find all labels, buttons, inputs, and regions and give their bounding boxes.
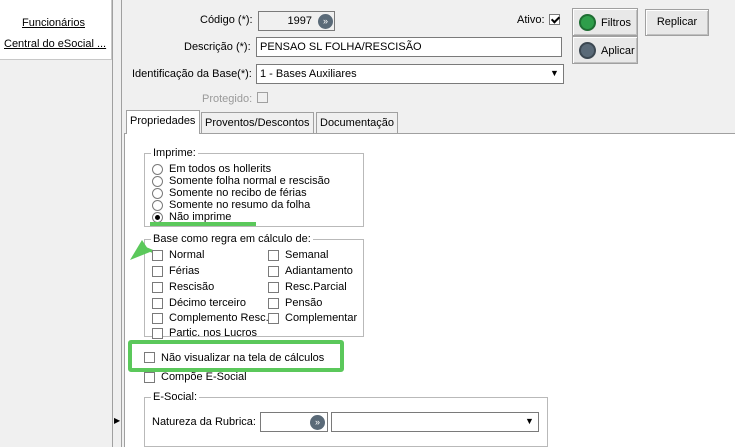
tab-propriedades-label: Propriedades bbox=[130, 115, 196, 127]
identificacao-select[interactable]: 1 - Bases Auxiliares ▼ bbox=[256, 64, 564, 84]
replicar-button-label: Replicar bbox=[656, 16, 698, 28]
radio-somente-folha[interactable] bbox=[152, 176, 163, 187]
chk-complementar-label: Complementar bbox=[285, 312, 358, 324]
nav-link-funcionarios[interactable]: Funcionários bbox=[22, 17, 85, 29]
chk-rescisao-label: Rescisão bbox=[169, 281, 215, 293]
radio-somente-resumo-label: Somente no resumo da folha bbox=[169, 199, 311, 211]
chk-compoe-esocial-label: Compõe E-Social bbox=[161, 371, 247, 383]
natureza-desc-select[interactable]: ▼ bbox=[331, 412, 539, 432]
tab-proventos-descontos[interactable]: Proventos/Descontos bbox=[201, 112, 314, 133]
apply-icon bbox=[579, 42, 596, 59]
nav-link-central-esocial[interactable]: Central do eSocial ... bbox=[4, 38, 106, 50]
ativo-label: Ativo: bbox=[517, 14, 545, 26]
codigo-value: 1997 bbox=[287, 15, 312, 27]
chk-adiantamento[interactable] bbox=[268, 266, 279, 277]
aplicar-button-label: Aplicar bbox=[601, 45, 635, 57]
left-nav-list bbox=[0, 0, 112, 60]
base-regra-title: Base como regra em cálculo de: bbox=[151, 233, 313, 245]
filtros-button-label: Filtros bbox=[601, 17, 631, 29]
panel-splitter[interactable] bbox=[112, 0, 122, 447]
chk-compoe-esocial[interactable] bbox=[144, 372, 155, 383]
chk-adiantamento-label: Adiantamento bbox=[285, 265, 353, 277]
chk-normal[interactable] bbox=[152, 250, 163, 261]
identificacao-value: 1 - Bases Auxiliares bbox=[260, 68, 357, 80]
esocial-title: E-Social: bbox=[151, 391, 200, 403]
ativo-checkbox[interactable] bbox=[549, 14, 560, 25]
chk-rescisao[interactable] bbox=[152, 282, 163, 293]
chk-resc-parcial[interactable] bbox=[268, 282, 279, 293]
tab-documentacao[interactable]: Documentação bbox=[316, 112, 398, 133]
aplicar-button[interactable]: Aplicar bbox=[572, 36, 638, 64]
left-nav-panel: Funcionários Central do eSocial ... bbox=[0, 0, 114, 447]
chk-partic-lucros-label: Partic. nos Lucros bbox=[169, 327, 258, 339]
chk-complemento-resc[interactable] bbox=[152, 313, 163, 324]
chk-ferias[interactable] bbox=[152, 266, 163, 277]
tab-propriedades[interactable]: Propriedades bbox=[126, 110, 200, 134]
chk-semanal[interactable] bbox=[268, 250, 279, 261]
radio-somente-recibo[interactable] bbox=[152, 188, 163, 199]
identificacao-label: Identificação da Base(*): bbox=[132, 68, 252, 80]
filter-icon bbox=[579, 14, 596, 31]
radio-somente-folha-label: Somente folha normal e rescisão bbox=[169, 175, 330, 187]
natureza-label: Natureza da Rubrica: bbox=[152, 416, 256, 428]
chk-partic-lucros[interactable] bbox=[152, 328, 163, 339]
natureza-lookup-icon[interactable]: » bbox=[310, 415, 325, 430]
chk-decimo-terceiro[interactable] bbox=[152, 298, 163, 309]
imprime-title: Imprime: bbox=[151, 147, 198, 159]
radio-somente-recibo-label: Somente no recibo de férias bbox=[169, 187, 307, 199]
chk-complemento-resc-label: Complemento Resc. bbox=[169, 312, 269, 324]
codigo-label: Código (*): bbox=[200, 14, 253, 26]
protegido-checkbox[interactable] bbox=[257, 92, 268, 103]
chevron-down-icon[interactable]: ▼ bbox=[522, 414, 537, 430]
chk-nao-visualizar-label: Não visualizar na tela de cálculos bbox=[161, 352, 325, 364]
chevron-down-icon[interactable]: ▼ bbox=[547, 66, 562, 82]
chk-pensao[interactable] bbox=[268, 298, 279, 309]
descricao-label: Descrição (*): bbox=[184, 41, 251, 53]
tab-documentacao-label: Documentação bbox=[320, 117, 394, 129]
chk-decimo-terceiro-label: Décimo terceiro bbox=[169, 297, 247, 309]
descricao-input[interactable]: PENSAO SL FOLHA/RESCISÃO bbox=[256, 37, 562, 57]
radio-em-todos[interactable] bbox=[152, 164, 163, 175]
replicar-button[interactable]: Replicar bbox=[645, 9, 709, 36]
radio-somente-resumo[interactable] bbox=[152, 200, 163, 211]
chk-normal-label: Normal bbox=[169, 249, 205, 261]
chk-pensao-label: Pensão bbox=[285, 297, 323, 309]
tab-proventos-label: Proventos/Descontos bbox=[205, 117, 310, 129]
descricao-value: PENSAO SL FOLHA/RESCISÃO bbox=[260, 41, 422, 53]
filtros-button[interactable]: Filtros bbox=[572, 8, 638, 36]
codigo-lookup-icon[interactable]: » bbox=[318, 14, 333, 29]
chk-complementar[interactable] bbox=[268, 313, 279, 324]
chk-semanal-label: Semanal bbox=[285, 249, 329, 261]
chk-nao-visualizar[interactable] bbox=[144, 352, 155, 363]
radio-em-todos-label: Em todos os hollerits bbox=[169, 163, 272, 175]
chk-ferias-label: Férias bbox=[169, 265, 200, 277]
protegido-label: Protegido: bbox=[202, 93, 253, 105]
expand-arrow-icon[interactable]: ▶ bbox=[114, 416, 120, 425]
highlight-underline bbox=[150, 222, 256, 226]
chk-resc-parcial-label: Resc.Parcial bbox=[285, 281, 347, 293]
